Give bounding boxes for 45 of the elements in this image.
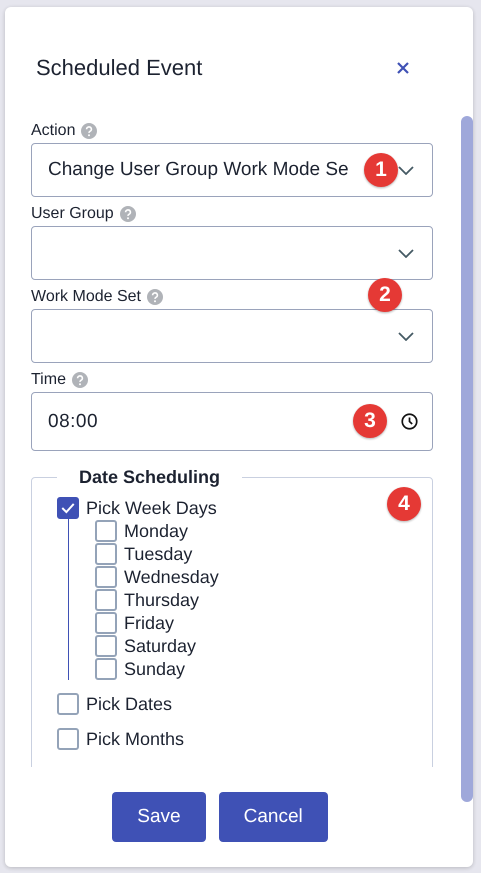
chevron-down-icon [398, 332, 414, 340]
checkbox[interactable] [57, 728, 79, 750]
dropdown-field[interactable] [31, 309, 434, 363]
annotation-badge: 3 [353, 404, 387, 438]
checkbox[interactable] [95, 635, 117, 657]
dropdown-field[interactable] [31, 226, 434, 280]
dialog-title: Scheduled Event [36, 54, 204, 82]
checkbox[interactable] [95, 520, 117, 542]
help-icon [146, 289, 163, 305]
checkbox-option[interactable]: Wednesday [95, 566, 219, 588]
annotation-badge: 4 [387, 487, 421, 521]
checkbox-option[interactable]: Tuesday [95, 543, 192, 565]
checkbox[interactable] [57, 497, 79, 519]
close-icon [396, 61, 410, 75]
field-label: Time [31, 371, 66, 389]
checkbox[interactable] [95, 543, 117, 565]
checkbox-option[interactable]: Friday [95, 612, 174, 634]
checkbox[interactable] [95, 658, 117, 680]
dialog-button[interactable]: Save [112, 792, 206, 842]
annotation-badge: 2 [368, 278, 402, 312]
checkbox[interactable] [95, 612, 117, 634]
close-button[interactable] [396, 61, 410, 75]
checkbox-option[interactable]: Saturday [95, 635, 196, 657]
checkbox-option[interactable]: Monday [95, 520, 188, 542]
section-title: Date Scheduling [78, 467, 222, 488]
chevron-down-icon [398, 166, 414, 174]
checkbox[interactable] [57, 693, 79, 715]
checkbox-option[interactable]: Thursday [95, 589, 200, 611]
annotation-badge: 1 [364, 153, 398, 187]
chevron-down-icon [398, 248, 414, 258]
help-icon [72, 372, 88, 388]
field-label: User Group [31, 205, 114, 223]
dialog-button[interactable]: Cancel [218, 792, 328, 842]
checkbox-option[interactable]: Pick Dates [57, 693, 172, 715]
help-icon [81, 123, 98, 139]
checkbox[interactable] [95, 566, 117, 588]
help-icon [120, 206, 136, 222]
checkbox-option[interactable]: Pick Months [57, 728, 184, 750]
checkbox[interactable] [95, 589, 117, 611]
checkbox-option[interactable]: Sunday [95, 658, 186, 680]
field-label: Work Mode Set [31, 288, 141, 306]
scrollbar[interactable] [461, 116, 473, 802]
clock-icon [401, 413, 418, 430]
field-label: Action [31, 122, 76, 140]
checkbox-option[interactable]: Pick Week Days [57, 497, 217, 519]
